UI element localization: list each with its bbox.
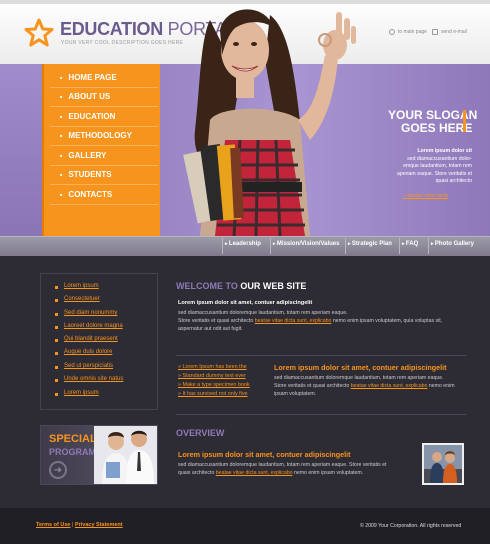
hero-text: Lorem ipsum dolor sit sed diamaccusantiu…	[392, 148, 472, 186]
list-link[interactable]: Make a type specimen book	[178, 382, 250, 388]
mail-icon	[432, 29, 438, 35]
sidebar-link[interactable]: Lorem ipsum	[64, 390, 99, 396]
nav-item-students[interactable]: STUDENTS	[50, 166, 158, 185]
list-link[interactable]: Lorem Ipsum has been the	[178, 364, 247, 370]
middle-text-b: Store veritatis et quasi architecto	[274, 383, 350, 390]
submenu-separator	[345, 238, 346, 254]
middle-text-a: sed diamaccusantium doloremque laudantiu…	[274, 375, 444, 381]
footer-links: Terms of Use | Privacy Statement	[36, 522, 123, 528]
site-title-main: EDUCATION	[60, 19, 163, 39]
arrow-right-icon[interactable]: ➜	[49, 461, 67, 479]
bullet	[55, 379, 58, 382]
middle-text-d: ipsam voluptatem.	[274, 391, 317, 398]
overview-photo[interactable]	[422, 443, 464, 485]
sidebar-link[interactable]: Laoreet dolore magna	[64, 323, 123, 329]
bullet	[55, 352, 58, 355]
bullet	[55, 286, 58, 289]
submenu-separator	[222, 238, 223, 254]
welcome-lead: Lorem ipsum dolor sit amet, contuer adip…	[178, 300, 313, 306]
submenu-separator	[428, 238, 429, 254]
footer-separator: |	[71, 522, 74, 528]
hero-link[interactable]: beatae vitae dicta	[403, 193, 448, 199]
bullet	[55, 339, 58, 342]
main-page-label: to main page	[398, 29, 427, 35]
overview-heading: OVERVIEW	[176, 428, 225, 438]
welcome-text-b: Store veritatis et quasi architecto	[178, 318, 254, 325]
welcome-inline-link[interactable]: beatae vitae dicta sunt, explicabo	[255, 318, 332, 324]
hero-text-body: sed diamaccusantium dolor-emque laudanti…	[397, 155, 472, 185]
overview-text-b: quasi architecto	[178, 470, 215, 477]
slogan-accent-bar	[463, 110, 466, 132]
submenu-separator	[399, 238, 400, 254]
sidebar-link[interactable]: Consectetuer	[64, 296, 100, 302]
welcome-text-d: aspernatur aut odit aut fugit.	[178, 326, 243, 333]
bullet	[55, 366, 58, 369]
sidebar-link[interactable]: Unde omnis site natus	[64, 376, 123, 382]
welcome-paragraph: sed diamaccusantium doloremque laudantiu…	[178, 309, 468, 333]
submenu-mission[interactable]: Mission/Vision/Values	[273, 241, 340, 247]
sidebar-link[interactable]: Sed ut perspiciatis	[64, 363, 113, 369]
overview-paragraph: sed diamaccusantium doloremque laudantiu…	[178, 461, 418, 477]
middle-heading: Lorem ipsum dolor sit amet, contuer adip…	[274, 363, 447, 372]
bullet	[55, 299, 58, 302]
star-logo-icon[interactable]	[24, 18, 54, 48]
home-icon	[389, 29, 395, 35]
sidebar-link[interactable]: Qui blandit praesent	[64, 336, 118, 342]
submenu-faq[interactable]: FAQ	[402, 241, 418, 247]
sidebar-link[interactable]: Lorem ipsum	[64, 283, 99, 289]
bullet	[55, 313, 58, 316]
hero-text-bold: Lorem ipsum dolor sit	[417, 148, 472, 154]
nav-item-gallery[interactable]: GALLERY	[50, 146, 158, 166]
overview-title: Lorem ipsum dolor sit amet, contuer adip…	[178, 450, 351, 459]
privacy-statement-link[interactable]: Privacy Statement	[75, 522, 123, 528]
submenu-leadership[interactable]: Leadership	[225, 241, 261, 247]
nav-item-about[interactable]: ABOUT US	[50, 88, 158, 107]
student-photo	[183, 9, 356, 236]
slogan-line-2: GOES HERE	[401, 121, 473, 135]
bullet	[55, 326, 58, 329]
middle-text-c: nemo enim	[428, 383, 455, 390]
overview-text-c: nemo enim ipsam voluptatem.	[293, 470, 364, 477]
overview-inline-link[interactable]: beatae vitae dicta sunt, explicabo	[216, 470, 293, 476]
send-email-link[interactable]: send e-mail	[432, 29, 467, 35]
main-navigation: HOME PAGE ABOUT US EDUCATION METHODOLOGY…	[42, 64, 160, 236]
welcome-heading-part1: WELCOME TO	[176, 281, 238, 291]
send-email-label: send e-mail	[441, 29, 467, 35]
divider	[176, 355, 466, 356]
middle-inline-link[interactable]: beatae vitae dicta sunt, explicabo	[351, 383, 428, 389]
list-link[interactable]: It has survived not only five	[178, 391, 248, 397]
copyright: © 2009 Your Corporation. All rights rese…	[360, 523, 462, 529]
nav-item-home[interactable]: HOME PAGE	[50, 68, 158, 88]
nav-item-contacts[interactable]: CONTACTS	[50, 185, 158, 205]
submenu-separator	[270, 238, 271, 254]
sidebar-link[interactable]: Sed diam nonummy	[64, 310, 117, 316]
sidebar-link[interactable]: Augue duis dolore	[64, 349, 112, 355]
middle-paragraph: sed diamaccusantium doloremque laudantiu…	[274, 374, 474, 398]
terms-of-use-link[interactable]: Terms of Use	[36, 522, 70, 528]
special-title: SPECIAL	[49, 433, 97, 445]
welcome-heading-part2: OUR WEB SITE	[240, 281, 307, 291]
site-subtitle: YOUR VERY COOL DESCRIPTION GOES HERE	[61, 40, 184, 46]
welcome-text-a: sed diamaccusantium doloremque laudantiu…	[178, 310, 348, 316]
submenu-strategic-plan[interactable]: Strategic Plan	[348, 241, 392, 247]
welcome-text-c: nemo enim ipsam voluptatem, quia volupta…	[332, 318, 443, 325]
nav-item-education[interactable]: EDUCATION	[50, 107, 158, 127]
main-page-link[interactable]: to main page	[389, 29, 427, 35]
list-link[interactable]: Standard dummy text ever	[178, 373, 246, 379]
bullet	[55, 393, 58, 396]
students-photo	[94, 426, 157, 484]
hero-left-panel	[0, 64, 42, 236]
nav-item-methodology[interactable]: METHODOLOGY	[50, 127, 158, 146]
submenu-photo-gallery[interactable]: Photo Gallery	[431, 241, 474, 247]
overview-text-a: sed diamaccusantium doloremque laudantiu…	[178, 462, 387, 468]
divider	[176, 414, 466, 415]
welcome-heading: WELCOME TO OUR WEB SITE	[176, 281, 306, 291]
